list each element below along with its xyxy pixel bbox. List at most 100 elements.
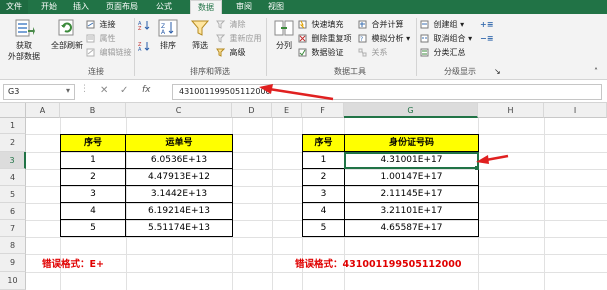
table2-cell[interactable]: 5 <box>302 220 345 237</box>
tab-home[interactable]: 开始 <box>36 0 62 14</box>
table1-header-tracking[interactable]: 运单号 <box>125 134 233 152</box>
tab-data[interactable]: 数据 <box>190 0 222 14</box>
row-header-4[interactable]: 4 <box>0 169 26 186</box>
ribbon: 获取 外部数据 全部刷新 连接 属性 编辑链接 连接 AZ ZA Z A 排序 … <box>0 14 607 80</box>
column-header-b[interactable]: B <box>60 103 126 118</box>
table1-cell[interactable]: 4 <box>60 203 126 220</box>
plus-icon: +≡ <box>480 20 494 29</box>
sort-ascending-button[interactable]: AZ <box>138 19 154 31</box>
row-header-9[interactable]: 9 <box>0 254 26 272</box>
column-header-d[interactable]: D <box>232 103 272 118</box>
ribbon-separator <box>134 18 135 76</box>
table1-cell[interactable]: 3 <box>60 186 126 203</box>
what-if-analysis-button[interactable]: ? 模拟分析 ▾ <box>358 33 410 45</box>
relationships-button[interactable]: 关系 <box>358 47 388 59</box>
row-header-5[interactable]: 5 <box>0 186 26 203</box>
group-label-sort-filter: 排序和筛选 <box>190 67 230 76</box>
ungroup-button[interactable]: 取消组合 ▾ <box>420 33 472 45</box>
table1-cell[interactable]: 6.19214E+13 <box>125 203 233 220</box>
row-header-8[interactable]: 8 <box>0 237 26 254</box>
remove-duplicates-label: 删除重复项 <box>311 34 352 43</box>
table1-cell[interactable]: 5.51174E+13 <box>125 220 233 237</box>
filter-icon <box>190 20 210 36</box>
tab-file[interactable]: 文件 <box>0 0 28 14</box>
dialog-launcher-icon: ↘ <box>494 67 501 76</box>
insert-function-button[interactable]: fx <box>142 85 151 95</box>
get-external-data-button[interactable]: 获取 外部数据 <box>2 18 46 62</box>
row-header-7[interactable]: 7 <box>0 220 26 237</box>
column-header-h[interactable]: H <box>478 103 544 118</box>
table2-header-index[interactable]: 序号 <box>302 134 345 152</box>
data-validation-button[interactable]: 数据验证 <box>298 47 344 59</box>
table2-cell[interactable]: 4 <box>302 203 345 220</box>
table2-header-id-number[interactable]: 身份证号码 <box>344 134 479 152</box>
name-box-dropdown-icon[interactable]: ▾ <box>66 86 70 95</box>
table2-cell[interactable]: 2.11145E+17 <box>344 186 479 203</box>
flash-fill-button[interactable]: 快速填充 <box>298 19 344 31</box>
column-header-e[interactable]: E <box>272 103 302 118</box>
show-detail-button[interactable]: +≡ <box>480 19 493 31</box>
column-header-i[interactable]: I <box>544 103 607 118</box>
formula-input[interactable]: 431001199505112000 <box>172 84 602 100</box>
properties-button[interactable]: 属性 <box>86 33 116 45</box>
refresh-all-button[interactable]: 全部刷新 <box>48 18 86 51</box>
advanced-button[interactable]: 高级 <box>216 47 246 59</box>
ungroup-label: 取消组合 <box>433 34 466 43</box>
sort-button[interactable]: Z A 排序 <box>154 18 182 51</box>
table2-cell[interactable]: 3.21101E+17 <box>344 203 479 220</box>
table1-cell[interactable]: 2 <box>60 169 126 186</box>
table1-cell[interactable]: 4.47913E+12 <box>125 169 233 186</box>
cancel-entry-icon[interactable]: ✕ <box>100 85 108 96</box>
table2-cell[interactable]: 3 <box>302 186 345 203</box>
table1-cell[interactable]: 5 <box>60 220 126 237</box>
formula-bar: G3 ▾ ⋮ ✕ ✓ fx 431001199505112000 <box>0 81 607 103</box>
consolidate-button[interactable]: 合并计算 <box>358 19 404 31</box>
clear-button[interactable]: 清除 <box>216 19 246 31</box>
text-to-columns-icon <box>274 20 294 36</box>
remove-duplicates-button[interactable]: 删除重复项 <box>298 33 352 45</box>
table1-cell[interactable]: 3.1442E+13 <box>125 186 233 203</box>
tab-formulas[interactable]: 公式 <box>150 0 178 14</box>
sort-descending-button[interactable]: ZA <box>138 40 154 52</box>
clear-label: 清除 <box>229 20 246 29</box>
column-header-c[interactable]: C <box>126 103 232 118</box>
outline-dialog-launcher[interactable]: ↘ <box>494 66 501 78</box>
row-header-2[interactable]: 2 <box>0 134 26 152</box>
connections-button[interactable]: 连接 <box>86 19 116 31</box>
subtotal-label: 分类汇总 <box>433 48 466 57</box>
subtotal-button[interactable]: 分类汇总 <box>420 47 466 59</box>
row-header-3[interactable]: 3 <box>0 152 26 169</box>
reapply-button[interactable]: 重新应用 <box>216 33 262 45</box>
tab-insert[interactable]: 插入 <box>68 0 94 14</box>
table1-header-index[interactable]: 序号 <box>60 134 126 152</box>
what-if-icon: ? <box>358 34 367 43</box>
table1-cell[interactable]: 1 <box>60 152 126 169</box>
column-header-f[interactable]: F <box>302 103 344 118</box>
tab-review[interactable]: 审阅 <box>230 0 258 14</box>
tab-page-layout[interactable]: 页面布局 <box>100 0 144 14</box>
edit-links-label: 编辑链接 <box>99 48 132 57</box>
table1-cell[interactable]: 6.0536E+13 <box>125 152 233 169</box>
text-to-columns-button[interactable]: 分列 <box>270 18 298 51</box>
row-header-1[interactable]: 1 <box>0 118 26 134</box>
table2-cell[interactable]: 4.65587E+17 <box>344 220 479 237</box>
tab-view[interactable]: 视图 <box>262 0 290 14</box>
reapply-icon <box>216 34 225 43</box>
table2-cell[interactable]: 1 <box>302 152 345 169</box>
confirm-entry-icon[interactable]: ✓ <box>120 85 128 96</box>
edit-links-button[interactable]: 编辑链接 <box>86 47 132 59</box>
table2-cell[interactable]: 1.00147E+17 <box>344 169 479 186</box>
filter-button[interactable]: 筛选 <box>186 18 214 51</box>
collapse-ribbon-button[interactable]: ˄ <box>594 66 598 78</box>
column-header-g[interactable]: G <box>344 103 478 118</box>
table2-cell-selected[interactable]: 4.31001E+17 <box>344 152 479 169</box>
hide-detail-button[interactable]: −≡ <box>480 33 493 45</box>
row-header-6[interactable]: 6 <box>0 203 26 220</box>
gridline <box>26 272 607 273</box>
select-all-corner[interactable] <box>0 103 26 118</box>
group-button[interactable]: 创建组 ▾ <box>420 19 464 31</box>
row-header-10[interactable]: 10 <box>0 272 26 290</box>
table2-cell[interactable]: 2 <box>302 169 345 186</box>
column-header-a[interactable]: A <box>26 103 60 118</box>
name-box[interactable]: G3 <box>3 84 75 100</box>
